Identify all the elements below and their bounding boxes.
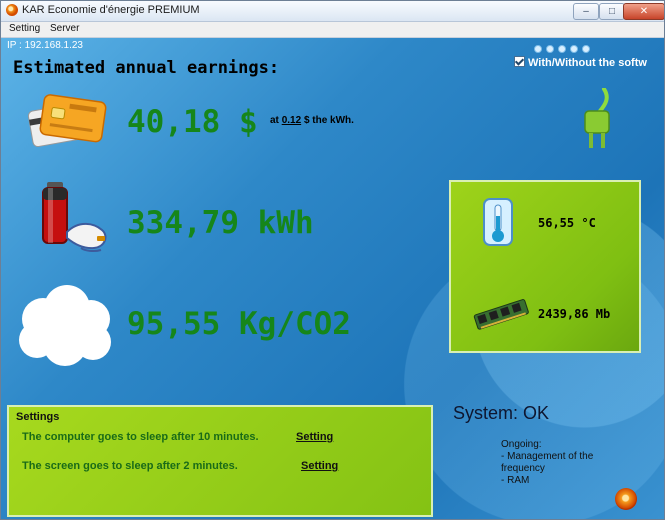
- ip-address: IP : 192.168.1.23: [7, 40, 83, 51]
- window-title: KAR Economie d'énergie PREMIUM: [22, 4, 200, 16]
- credit-card-icon: [27, 94, 107, 148]
- rate-suffix: $ the kWh.: [303, 115, 354, 126]
- maximize-button[interactable]: □: [599, 3, 625, 20]
- computer-sleep-setting-link[interactable]: Setting: [296, 431, 333, 443]
- menu-server[interactable]: Server: [50, 23, 79, 34]
- rate-prefix: at: [270, 115, 279, 126]
- toggle-checkbox[interactable]: [514, 56, 525, 67]
- main-content: IP : 192.168.1.23 With/Without the softw…: [1, 38, 664, 519]
- app-icon: [6, 4, 18, 16]
- app-logo-icon: [615, 488, 637, 510]
- battery-plug-icon: [42, 182, 107, 253]
- settings-panel: Settings The computer goes to sleep afte…: [7, 405, 433, 517]
- close-icon: ✕: [639, 6, 649, 17]
- menu-bar: Setting Server: [1, 22, 664, 38]
- toggle-label: With/Without the softw: [528, 57, 647, 69]
- ongoing-item-frequency: - Management of the: [501, 451, 594, 462]
- temperature-value: 56,55 °C: [538, 216, 596, 230]
- ongoing-item-ram: - RAM: [501, 475, 530, 486]
- app-window: KAR Economie d'énergie PREMIUM – □ ✕ Set…: [0, 0, 665, 520]
- indicator-dot: [558, 45, 566, 53]
- computer-sleep-text: The computer goes to sleep after 10 minu…: [22, 431, 259, 443]
- ram-icon: [473, 299, 529, 330]
- rate-value: 0.12: [281, 115, 302, 126]
- with-without-software-toggle[interactable]: With/Without the softw: [514, 56, 647, 69]
- kwh-rate: at 0.12 $ the kWh.: [270, 115, 354, 126]
- indicator-dot: [582, 45, 590, 53]
- energy-savings: 334,79 kWh: [127, 205, 314, 241]
- earnings-title: Estimated annual earnings:: [13, 58, 280, 78]
- money-earnings: 40,18 $: [127, 104, 258, 140]
- ongoing-item-frequency-cont: frequency: [501, 463, 545, 474]
- menu-setting[interactable]: Setting: [9, 23, 40, 34]
- minimize-icon: –: [583, 6, 589, 17]
- minimize-button[interactable]: –: [573, 3, 599, 20]
- ongoing-title: Ongoing:: [501, 439, 542, 450]
- cloud-icon: [19, 285, 111, 366]
- close-button[interactable]: ✕: [623, 3, 664, 20]
- screen-sleep-text: The screen goes to sleep after 2 minutes…: [22, 460, 238, 472]
- indicator-dot: [534, 45, 542, 53]
- indicator-dot: [546, 45, 554, 53]
- power-plug-icon[interactable]: [579, 88, 617, 158]
- screen-sleep-setting-link[interactable]: Setting: [301, 460, 338, 472]
- ongoing-tasks: Ongoing: - Management of the frequency -…: [501, 439, 593, 487]
- thermometer-icon: [483, 198, 513, 246]
- title-bar: KAR Economie d'énergie PREMIUM – □ ✕: [1, 1, 664, 22]
- co2-savings: 95,55 Kg/CO2: [127, 306, 351, 342]
- system-status: System: OK: [453, 403, 550, 423]
- indicator-dot: [570, 45, 578, 53]
- system-monitor-panel: 56,55 °C 2439,86 Mb: [449, 180, 641, 353]
- maximize-icon: □: [608, 6, 616, 17]
- settings-title: Settings: [16, 411, 60, 423]
- memory-value: 2439,86 Mb: [538, 307, 611, 321]
